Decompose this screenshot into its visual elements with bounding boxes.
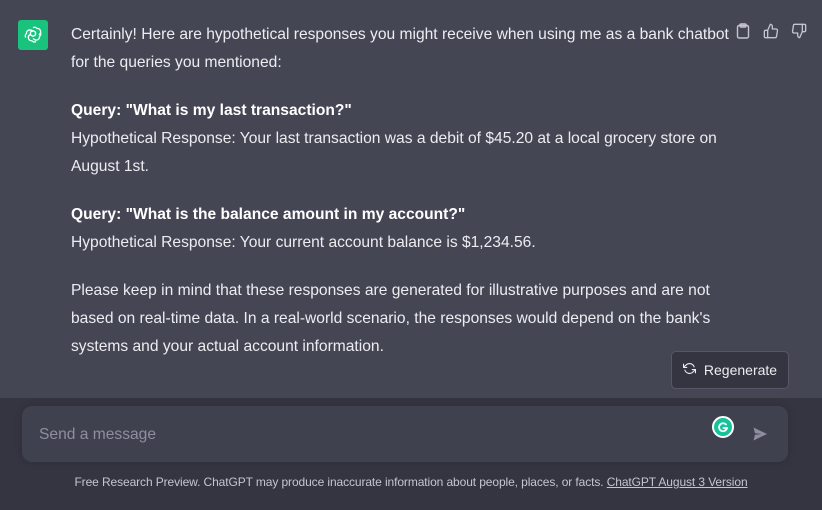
version-link[interactable]: ChatGPT August 3 Version xyxy=(607,475,748,489)
grammarly-icon[interactable] xyxy=(712,416,734,438)
assistant-message: Certainly! Here are hypothetical respons… xyxy=(0,0,822,398)
message-closing: Please keep in mind that these responses… xyxy=(71,282,711,355)
chat-page: Certainly! Here are hypothetical respons… xyxy=(0,0,822,510)
message-input[interactable] xyxy=(37,422,701,448)
response-text: Hypothetical Response: Your current acco… xyxy=(71,234,536,251)
disclaimer-text: Free Research Preview. ChatGPT may produ… xyxy=(74,475,607,489)
message-content: Certainly! Here are hypothetical respons… xyxy=(71,21,731,381)
clipboard-icon[interactable] xyxy=(735,22,751,40)
query-block: Query: "What is my last transaction?" Hy… xyxy=(71,97,731,181)
message-intro: Certainly! Here are hypothetical respons… xyxy=(71,26,729,71)
message-composer xyxy=(22,406,788,462)
send-icon[interactable] xyxy=(749,423,771,445)
composer-area: Free Research Preview. ChatGPT may produ… xyxy=(0,398,822,510)
query-text: Query: "What is my last transaction?" xyxy=(71,102,352,119)
regenerate-label: Regenerate xyxy=(703,362,778,378)
chatgpt-logo-icon xyxy=(18,20,48,50)
regenerate-button[interactable]: Regenerate xyxy=(671,351,789,389)
thumbs-down-icon[interactable] xyxy=(791,22,807,40)
query-block: Query: "What is the balance amount in my… xyxy=(71,201,731,257)
query-text: Query: "What is the balance amount in my… xyxy=(71,206,466,223)
response-text: Hypothetical Response: Your last transac… xyxy=(71,130,717,175)
refresh-icon xyxy=(682,362,696,378)
message-actions xyxy=(735,22,807,40)
disclaimer-footer: Free Research Preview. ChatGPT may produ… xyxy=(0,475,822,489)
thumbs-up-icon[interactable] xyxy=(763,22,779,40)
